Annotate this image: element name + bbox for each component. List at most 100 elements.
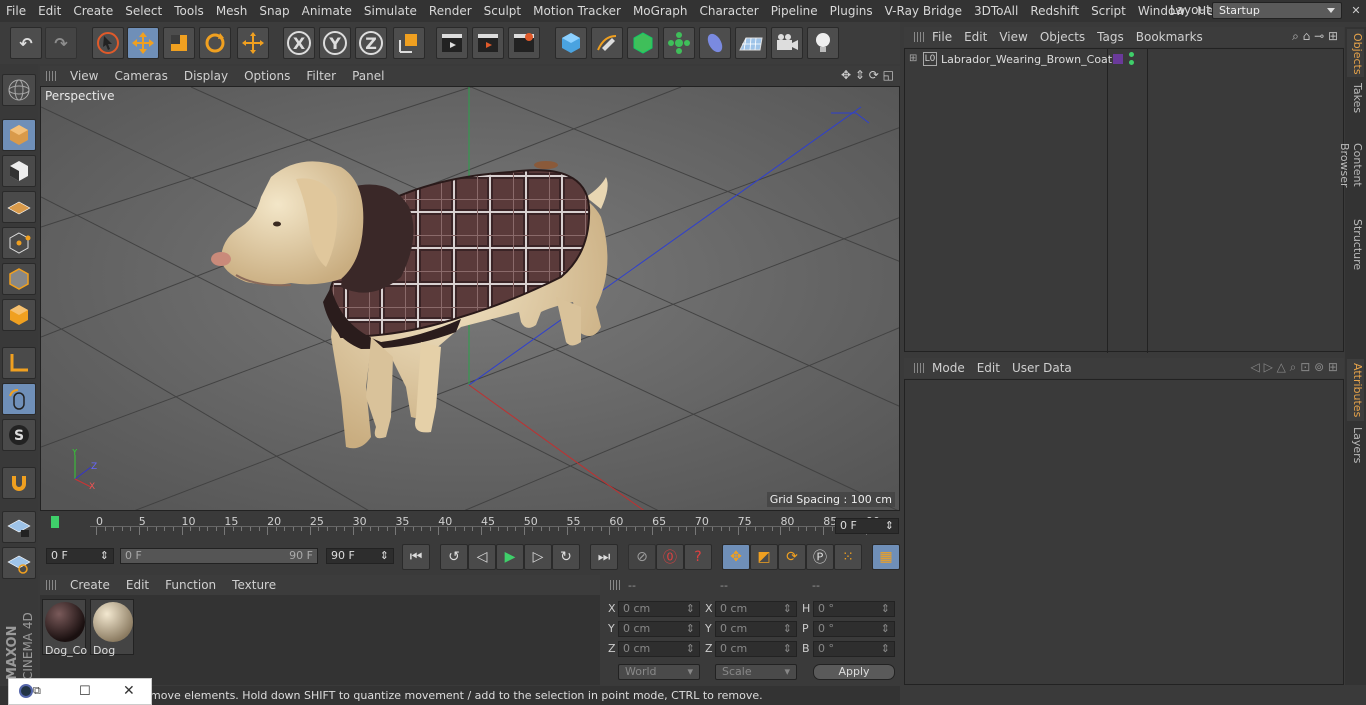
tab-content-browser[interactable]: Content Browser <box>1338 119 1364 211</box>
tab-layers[interactable]: Layers <box>1347 423 1364 465</box>
coordinate-field[interactable]: 0 ° ⇕ <box>813 601 895 617</box>
coordinate-field[interactable]: 0 cm ⇕ <box>618 621 700 637</box>
menu-3dtoall[interactable]: 3DToAll <box>968 4 1024 18</box>
object-menu-tags[interactable]: Tags <box>1091 30 1130 44</box>
key-parameter-button[interactable]: Ⓟ <box>806 544 834 570</box>
viewport-menu-panel[interactable]: Panel <box>344 69 392 83</box>
menu-pipeline[interactable]: Pipeline <box>765 4 824 18</box>
next-key-button[interactable]: ↻ <box>552 544 580 570</box>
drag-handle-icon[interactable] <box>46 580 56 590</box>
menu-select[interactable]: Select <box>119 4 168 18</box>
spline-pen-button[interactable] <box>591 27 623 59</box>
attribute-menu-edit[interactable]: Edit <box>971 361 1006 375</box>
polygons-mode-button[interactable] <box>2 299 36 331</box>
viewport-menu-view[interactable]: View <box>62 69 106 83</box>
camera-button[interactable] <box>771 27 803 59</box>
texture-mode-button[interactable] <box>2 155 36 187</box>
maximize-icon[interactable]: ☐ <box>79 684 91 699</box>
material-menu-function[interactable]: Function <box>157 578 224 592</box>
perspective-viewport[interactable]: Y Z X Perspective Grid Spacing : 100 cm <box>40 86 900 511</box>
coordinate-field[interactable]: 0 cm ⇕ <box>618 601 700 617</box>
go-to-start-button[interactable]: ⏮ <box>402 544 430 570</box>
layer-color-swatch[interactable] <box>1113 54 1123 64</box>
workplane-mode-button[interactable] <box>2 191 36 223</box>
render-picture-viewer-button[interactable] <box>472 27 504 59</box>
redo-button[interactable]: ↷ <box>45 27 77 59</box>
render-view-button[interactable] <box>436 27 468 59</box>
menu-tools[interactable]: Tools <box>168 4 210 18</box>
coordinate-field[interactable]: 0 ° ⇕ <box>813 621 895 637</box>
coordinate-field[interactable]: 0 cm ⇕ <box>618 641 700 657</box>
timeline-window-button[interactable]: ▦ <box>872 544 900 570</box>
object-menu-bookmarks[interactable]: Bookmarks <box>1130 30 1209 44</box>
coordinate-field[interactable]: 0 cm ⇕ <box>715 621 797 637</box>
coordinate-field[interactable]: 0 ° ⇕ <box>813 641 895 657</box>
tab-takes[interactable]: Takes <box>1347 79 1364 115</box>
timeline-ticks[interactable]: 051015202530354045505560657075808590 <box>90 515 880 542</box>
model-mode-button[interactable] <box>2 119 36 151</box>
viewport-menu-filter[interactable]: Filter <box>298 69 344 83</box>
make-editable-button[interactable] <box>2 74 36 106</box>
drag-handle-icon[interactable] <box>914 32 924 42</box>
tab-structure[interactable]: Structure <box>1347 215 1364 275</box>
menu-mesh[interactable]: Mesh <box>210 4 254 18</box>
autokey-button[interactable]: ⓪ <box>656 544 684 570</box>
end-frame-field[interactable]: 90 F ⇕ <box>326 548 394 564</box>
drag-handle-icon[interactable] <box>610 580 620 590</box>
key-scale-button[interactable]: ◩ <box>750 544 778 570</box>
x-axis-button[interactable]: X <box>283 27 315 59</box>
transform-tool-button[interactable] <box>237 27 269 59</box>
points-mode-button[interactable] <box>2 227 36 259</box>
light-button[interactable] <box>807 27 839 59</box>
menu-render[interactable]: Render <box>423 4 478 18</box>
render-settings-button[interactable] <box>508 27 540 59</box>
material-swatch[interactable]: Dog <box>90 599 134 657</box>
restore-icon[interactable]: ⧉ <box>33 684 41 698</box>
render-visibility-dot[interactable] <box>1129 60 1134 65</box>
start-frame-field[interactable]: 0 F ⇕ <box>46 548 114 564</box>
object-row[interactable]: ⊞ L0 Labrador_Wearing_Brown_Coat <box>905 49 1345 71</box>
z-axis-button[interactable]: Z <box>355 27 387 59</box>
menu-simulate[interactable]: Simulate <box>358 4 423 18</box>
tab-attributes[interactable]: Attributes <box>1347 359 1364 421</box>
timeline-ruler[interactable]: 051015202530354045505560657075808590 0 F… <box>40 512 900 542</box>
menu-create[interactable]: Create <box>67 4 119 18</box>
menu-sculpt[interactable]: Sculpt <box>478 4 527 18</box>
live-selection-button[interactable] <box>92 27 124 59</box>
tweak-mode-button[interactable] <box>2 383 36 415</box>
workplane-align-button[interactable] <box>2 547 36 579</box>
prev-frame-button[interactable]: ◁ <box>468 544 496 570</box>
attribute-manager-tools-icons[interactable]: ◁ ▷ △ ⌕ ⊡ ⊚ ⊞ <box>1251 360 1338 375</box>
drag-handle-icon[interactable] <box>914 363 924 373</box>
viewport-menu-options[interactable]: Options <box>236 69 298 83</box>
object-menu-view[interactable]: View <box>993 30 1033 44</box>
editor-visibility-dot[interactable] <box>1129 52 1134 57</box>
play-button[interactable]: ▶ <box>496 544 524 570</box>
apply-button[interactable]: Apply <box>813 664 895 680</box>
viewport-menu-display[interactable]: Display <box>176 69 236 83</box>
y-axis-button[interactable]: Y <box>319 27 351 59</box>
material-menu-create[interactable]: Create <box>62 578 118 592</box>
axis-mode-button[interactable] <box>2 347 36 379</box>
menu-motion-tracker[interactable]: Motion Tracker <box>527 4 627 18</box>
object-manager-tools-icons[interactable]: ⌕ ⌂ ⊸ ⊞ <box>1292 29 1338 44</box>
scale-tool-button[interactable] <box>163 27 195 59</box>
object-name[interactable]: Labrador_Wearing_Brown_Coat <box>941 53 1112 66</box>
menu-snap[interactable]: Snap <box>253 4 295 18</box>
menu-redshift[interactable]: Redshift <box>1024 4 1085 18</box>
menu-character[interactable]: Character <box>693 4 764 18</box>
key-rotation-button[interactable]: ⟳ <box>778 544 806 570</box>
cloner-button[interactable] <box>663 27 695 59</box>
object-menu-edit[interactable]: Edit <box>958 30 993 44</box>
coordinate-system-button[interactable] <box>393 27 425 59</box>
menu-v-ray-bridge[interactable]: V-Ray Bridge <box>879 4 968 18</box>
menu-file[interactable]: File <box>0 4 32 18</box>
go-to-end-button[interactable]: ⏭ <box>590 544 618 570</box>
solo-button[interactable]: S <box>2 419 36 451</box>
material-menu-texture[interactable]: Texture <box>224 578 284 592</box>
frame-range-slider[interactable]: 0 F 90 F <box>120 548 318 564</box>
scale-mode-dropdown[interactable]: Scale ▾ <box>715 664 797 680</box>
object-menu-file[interactable]: File <box>926 30 958 44</box>
prev-key-button[interactable]: ↺ <box>440 544 468 570</box>
close-icon[interactable]: ✕ <box>123 683 135 699</box>
